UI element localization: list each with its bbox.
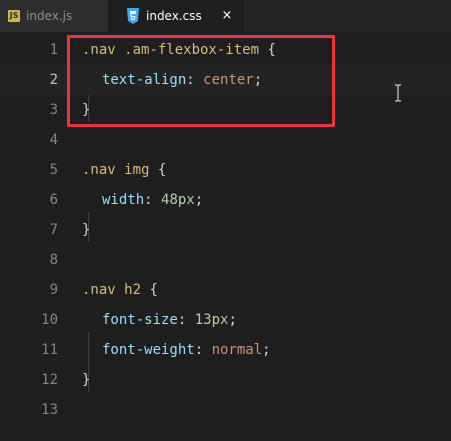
line-number: 10 xyxy=(41,312,58,328)
line-number: 9 xyxy=(49,282,58,298)
css-selector: .nav h2 xyxy=(82,282,142,298)
css-value: 48px xyxy=(161,192,195,208)
line-number: 12 xyxy=(41,372,58,388)
line-number: 4 xyxy=(49,132,58,148)
line-number: 13 xyxy=(41,402,58,418)
line-number: 8 xyxy=(49,252,58,268)
close-icon[interactable]: × xyxy=(220,9,234,23)
code-text: .nav h2 { xyxy=(82,275,158,305)
brace: { xyxy=(141,282,158,298)
brace: } xyxy=(82,222,91,238)
css-value: normal xyxy=(211,342,263,358)
code-text: font-size: 13px; xyxy=(102,305,237,335)
css-property: font-weight xyxy=(102,342,195,358)
tab-index-js[interactable]: JS index.js xyxy=(0,0,108,32)
semicolon: ; xyxy=(228,312,237,328)
code-line[interactable]: 12 } xyxy=(0,365,451,395)
code-text: .nav img { xyxy=(82,155,166,185)
line-number: 2 xyxy=(49,72,58,88)
css-value: 13px xyxy=(194,312,229,328)
semicolon: ; xyxy=(262,342,271,358)
code-line[interactable]: 8 xyxy=(0,245,451,275)
css-file-icon xyxy=(126,8,140,24)
code-line[interactable]: 11 font-weight: normal; xyxy=(0,335,451,365)
tab-bar: JS index.js index.css × xyxy=(0,0,451,32)
code-text: } xyxy=(82,365,90,395)
semicolon: ; xyxy=(194,192,204,208)
code-line[interactable]: 6 width: 48px; xyxy=(0,185,451,215)
colon: : xyxy=(177,312,195,328)
red-highlight-box xyxy=(67,35,335,127)
line-number: 11 xyxy=(41,342,58,358)
css-property: width xyxy=(102,192,145,208)
brace: } xyxy=(82,372,91,388)
code-line[interactable]: 9 .nav h2 { xyxy=(0,275,451,305)
line-number: 7 xyxy=(49,222,58,238)
css-selector: .nav img xyxy=(82,162,150,178)
code-line[interactable]: 13 xyxy=(0,395,451,425)
code-text: } xyxy=(82,215,90,245)
tab-index-css[interactable]: index.css × xyxy=(108,0,244,32)
css-property: font-size xyxy=(102,312,178,328)
code-line[interactable]: 7 } xyxy=(0,215,451,245)
code-editor-window: JS index.js index.css × 1 .nav .am-flexb… xyxy=(0,0,451,441)
code-line[interactable]: 10 font-size: 13px; xyxy=(0,305,451,335)
tab-label: index.css xyxy=(146,9,202,23)
code-text: font-weight: normal; xyxy=(102,335,271,365)
code-text: width: 48px; xyxy=(102,185,203,215)
line-number: 3 xyxy=(49,102,58,118)
text-cursor-icon xyxy=(394,84,402,102)
tab-label: index.js xyxy=(26,9,73,23)
brace: { xyxy=(149,162,167,178)
code-line[interactable]: 5 .nav img { xyxy=(0,155,451,185)
line-number: 5 xyxy=(49,162,58,178)
javascript-file-icon: JS xyxy=(8,10,20,22)
colon: : xyxy=(194,342,212,358)
line-number: 6 xyxy=(49,192,58,208)
line-number: 1 xyxy=(49,42,58,58)
code-line[interactable]: 4 xyxy=(0,125,451,155)
colon: : xyxy=(144,192,162,208)
